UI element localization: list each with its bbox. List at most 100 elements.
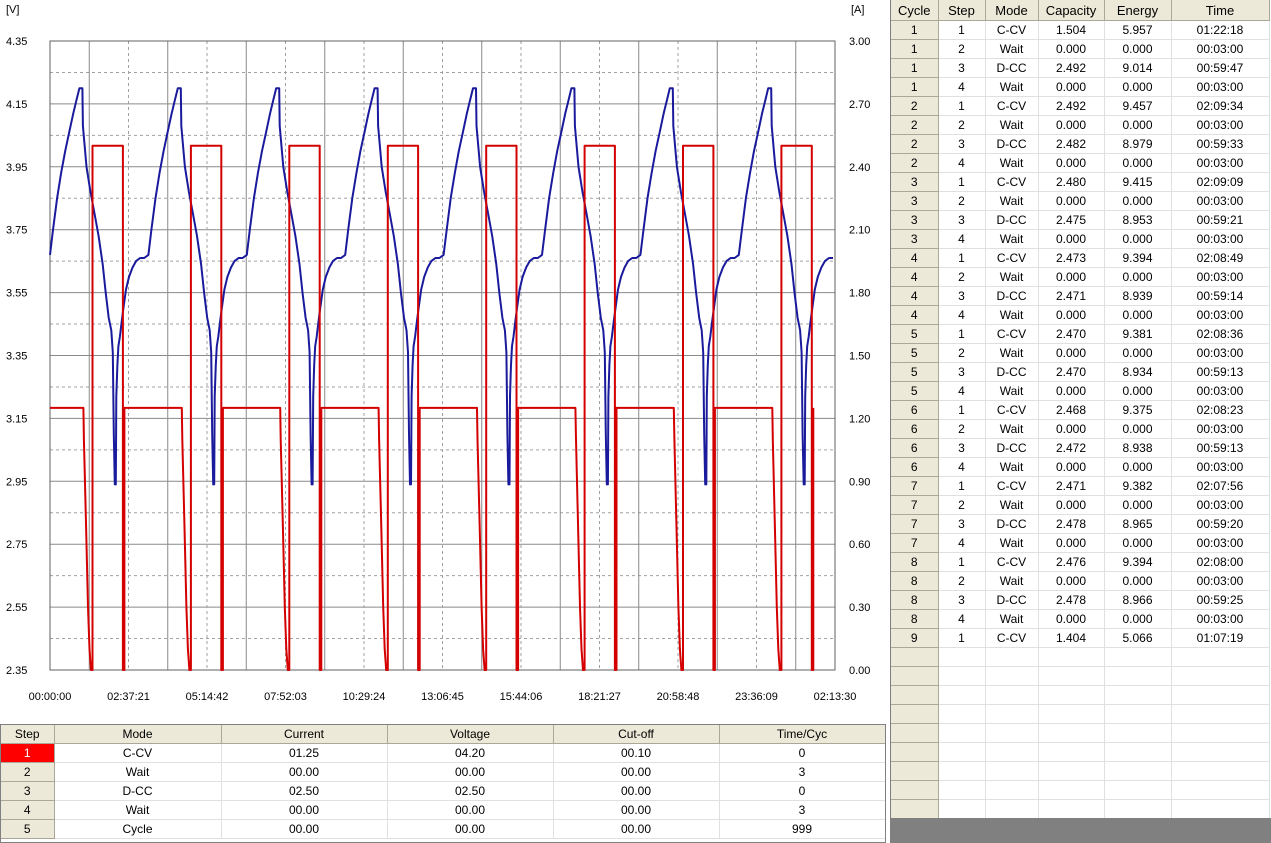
log-header-cell[interactable]: Time (1171, 0, 1270, 21)
log-row[interactable]: 8 3 D-CC 2.478 8.966 00:59:25 (891, 590, 1270, 610)
program-header-cell[interactable]: Time/Cyc (719, 725, 885, 744)
program-cell-time[interactable]: 3 (719, 800, 885, 820)
log-cell: 0.000 (1038, 191, 1105, 211)
program-cell-step[interactable]: 5 (1, 819, 55, 839)
log-row[interactable]: 5 4 Wait 0.000 0.000 00:03:00 (891, 381, 1270, 401)
x-axis-tick-label: 20:58:48 (657, 691, 700, 703)
program-header-cell[interactable]: Voltage (387, 725, 554, 744)
program-header-cell[interactable]: Cut-off (553, 725, 720, 744)
program-cell-step[interactable]: 4 (1, 800, 55, 820)
program-cell-mode[interactable]: Cycle (54, 819, 222, 839)
program-cell-cutoff[interactable]: 00.00 (553, 800, 720, 820)
log-cell: 2.482 (1038, 134, 1105, 154)
log-empty-cell (985, 704, 1039, 724)
program-cell-step[interactable]: 2 (1, 762, 55, 782)
program-cell-current[interactable]: 01.25 (221, 743, 388, 763)
log-row[interactable]: 6 3 D-CC 2.472 8.938 00:59:13 (891, 438, 1270, 458)
program-cell-cutoff[interactable]: 00.00 (553, 819, 720, 839)
program-step-row[interactable]: 3 D-CC 02.50 02.50 00.00 0 (1, 781, 885, 801)
program-cell-time[interactable]: 0 (719, 781, 885, 801)
log-row[interactable]: 3 4 Wait 0.000 0.000 00:03:00 (891, 229, 1270, 249)
log-header-cell[interactable]: Capacity (1038, 0, 1105, 21)
log-row[interactable]: 8 4 Wait 0.000 0.000 00:03:00 (891, 609, 1270, 629)
program-cell-current[interactable]: 00.00 (221, 819, 388, 839)
log-empty-cell (1104, 685, 1172, 705)
right-axis-tick-label: 0.30 (849, 602, 870, 614)
log-row[interactable]: 6 2 Wait 0.000 0.000 00:03:00 (891, 419, 1270, 439)
log-row[interactable]: 7 3 D-CC 2.478 8.965 00:59:20 (891, 514, 1270, 534)
program-cell-cutoff[interactable]: 00.00 (553, 762, 720, 782)
log-header-cell[interactable]: Mode (985, 0, 1039, 21)
log-row[interactable]: 4 2 Wait 0.000 0.000 00:03:00 (891, 267, 1270, 287)
log-row[interactable]: 5 2 Wait 0.000 0.000 00:03:00 (891, 343, 1270, 363)
log-row[interactable]: 1 1 C-CV 1.504 5.957 01:22:18 (891, 20, 1270, 40)
log-row[interactable]: 1 2 Wait 0.000 0.000 00:03:00 (891, 39, 1270, 59)
log-row[interactable]: 3 2 Wait 0.000 0.000 00:03:00 (891, 191, 1270, 211)
log-row[interactable]: 8 2 Wait 0.000 0.000 00:03:00 (891, 571, 1270, 591)
log-row[interactable]: 9 1 C-CV 1.404 5.066 01:07:19 (891, 628, 1270, 648)
program-cell-voltage[interactable]: 00.00 (387, 819, 554, 839)
program-cell-current[interactable]: 00.00 (221, 762, 388, 782)
log-cell: 4 (938, 305, 986, 325)
program-cell-voltage[interactable]: 00.00 (387, 800, 554, 820)
log-row[interactable]: 4 1 C-CV 2.473 9.394 02:08:49 (891, 248, 1270, 268)
program-step-row[interactable]: 1 C-CV 01.25 04.20 00.10 0 (1, 743, 885, 763)
program-cell-voltage[interactable]: 02.50 (387, 781, 554, 801)
log-row[interactable]: 5 3 D-CC 2.470 8.934 00:59:13 (891, 362, 1270, 382)
log-header-cell[interactable]: Cycle (891, 0, 939, 21)
program-cell-cutoff[interactable]: 00.10 (553, 743, 720, 763)
log-cell: Wait (985, 533, 1039, 553)
program-cell-current[interactable]: 00.00 (221, 800, 388, 820)
program-header-cell[interactable]: Mode (54, 725, 222, 744)
log-row[interactable]: 6 4 Wait 0.000 0.000 00:03:00 (891, 457, 1270, 477)
right-axis-tick-label: 2.10 (849, 225, 870, 237)
program-cell-step[interactable]: 3 (1, 781, 55, 801)
program-cell-cutoff[interactable]: 00.00 (553, 781, 720, 801)
log-row[interactable]: 2 2 Wait 0.000 0.000 00:03:00 (891, 115, 1270, 135)
log-row[interactable]: 3 1 C-CV 2.480 9.415 02:09:09 (891, 172, 1270, 192)
log-row[interactable]: 1 3 D-CC 2.492 9.014 00:59:47 (891, 58, 1270, 78)
log-row[interactable]: 7 1 C-CV 2.471 9.382 02:07:56 (891, 476, 1270, 496)
right-axis-tick-label: 2.70 (849, 99, 870, 111)
log-cell: C-CV (985, 96, 1039, 116)
log-row[interactable]: 4 3 D-CC 2.471 8.939 00:59:14 (891, 286, 1270, 306)
log-row[interactable]: 1 4 Wait 0.000 0.000 00:03:00 (891, 77, 1270, 97)
log-header-cell[interactable]: Step (938, 0, 986, 21)
program-cell-current[interactable]: 02.50 (221, 781, 388, 801)
log-row[interactable]: 7 4 Wait 0.000 0.000 00:03:00 (891, 533, 1270, 553)
program-cell-mode[interactable]: Wait (54, 800, 222, 820)
log-row[interactable]: 5 1 C-CV 2.470 9.381 02:08:36 (891, 324, 1270, 344)
program-cell-step[interactable]: 1 (1, 743, 55, 763)
log-row[interactable]: 2 1 C-CV 2.492 9.457 02:09:34 (891, 96, 1270, 116)
program-header-cell[interactable]: Current (221, 725, 388, 744)
program-step-row[interactable]: 2 Wait 00.00 00.00 00.00 3 (1, 762, 885, 782)
log-cell: D-CC (985, 590, 1039, 610)
program-cell-time[interactable]: 999 (719, 819, 885, 839)
program-cell-voltage[interactable]: 04.20 (387, 743, 554, 763)
program-cell-time[interactable]: 3 (719, 762, 885, 782)
program-header-cell[interactable]: Step (1, 725, 55, 744)
program-cell-mode[interactable]: D-CC (54, 781, 222, 801)
log-cell: 2.471 (1038, 286, 1105, 306)
log-cell: 1 (938, 476, 986, 496)
program-cell-voltage[interactable]: 00.00 (387, 762, 554, 782)
program-cell-mode[interactable]: Wait (54, 762, 222, 782)
log-row[interactable]: 3 3 D-CC 2.475 8.953 00:59:21 (891, 210, 1270, 230)
log-cell: 00:03:00 (1171, 229, 1270, 249)
log-empty-cell (985, 647, 1039, 667)
log-empty-cell (938, 704, 986, 724)
log-header-cell[interactable]: Energy (1104, 0, 1172, 21)
log-row[interactable]: 4 4 Wait 0.000 0.000 00:03:00 (891, 305, 1270, 325)
log-row[interactable]: 2 3 D-CC 2.482 8.979 00:59:33 (891, 134, 1270, 154)
log-row[interactable]: 6 1 C-CV 2.468 9.375 02:08:23 (891, 400, 1270, 420)
log-row[interactable]: 8 1 C-CV 2.476 9.394 02:08:00 (891, 552, 1270, 572)
log-row[interactable]: 7 2 Wait 0.000 0.000 00:03:00 (891, 495, 1270, 515)
program-cell-time[interactable]: 0 (719, 743, 885, 763)
log-row[interactable]: 2 4 Wait 0.000 0.000 00:03:00 (891, 153, 1270, 173)
program-step-row[interactable]: 5 Cycle 00.00 00.00 00.00 999 (1, 819, 885, 839)
log-cell: 3 (938, 362, 986, 382)
program-cell-mode[interactable]: C-CV (54, 743, 222, 763)
log-cell: D-CC (985, 362, 1039, 382)
log-empty-cell (938, 666, 986, 686)
program-step-row[interactable]: 4 Wait 00.00 00.00 00.00 3 (1, 800, 885, 820)
